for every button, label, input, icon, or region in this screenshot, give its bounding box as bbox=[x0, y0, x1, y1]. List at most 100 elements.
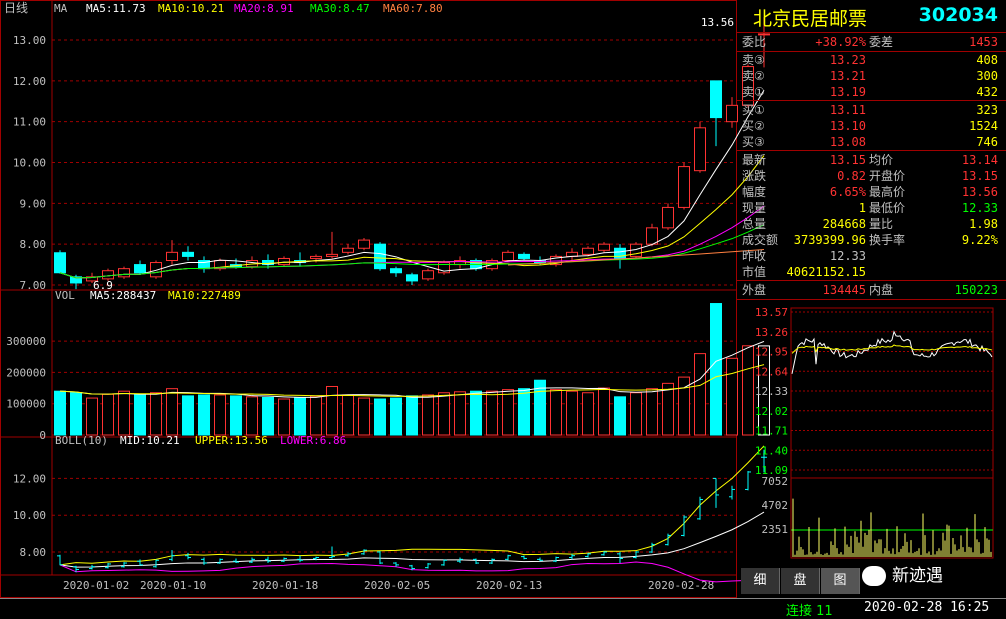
buy-row: 买② 13.10 1524 bbox=[742, 119, 998, 133]
volume-bar bbox=[182, 395, 194, 436]
candle-body bbox=[502, 251, 514, 262]
stat-row: 市值 40621152.15 bbox=[742, 265, 866, 279]
price-tick: 8.00 bbox=[20, 238, 47, 251]
volume-tick: 200000 bbox=[6, 366, 46, 379]
boll-label: BOLL(10) bbox=[55, 434, 108, 447]
volume-tick: 100000 bbox=[6, 398, 46, 411]
date-tick: 2020-01-18 bbox=[252, 579, 318, 592]
volume-bar bbox=[262, 396, 274, 436]
vol-label: VOL bbox=[55, 289, 75, 302]
date-tick: 2020-02-13 bbox=[476, 579, 542, 592]
ma5-value: MA5:11.73 bbox=[86, 2, 146, 15]
boll-lower: LOWER:6.86 bbox=[280, 434, 346, 447]
candle-body bbox=[390, 268, 402, 274]
volume-bar bbox=[710, 303, 722, 436]
boll-tick: 10.00 bbox=[13, 509, 46, 522]
candle-body bbox=[118, 268, 130, 278]
volume-bar bbox=[70, 392, 82, 436]
wechat-icon bbox=[862, 566, 886, 586]
ma30-value: MA30:8.47 bbox=[310, 2, 370, 15]
boll-tick: 8.00 bbox=[20, 546, 47, 559]
date-tick: 2020-02-05 bbox=[364, 579, 430, 592]
volume-bar bbox=[294, 396, 306, 436]
candle-body bbox=[102, 270, 114, 280]
buy-row: 买③ 13.08 746 bbox=[742, 135, 998, 149]
volume-bar bbox=[662, 382, 674, 436]
candle-body bbox=[614, 247, 626, 259]
stat-row: 涨跌 0.82 开盘价 13.15 bbox=[742, 169, 998, 183]
candle-body bbox=[422, 270, 434, 280]
volume-bar bbox=[358, 397, 370, 436]
watermark: 新迹遇 bbox=[862, 561, 943, 586]
volume-bar bbox=[134, 394, 146, 436]
candle-body bbox=[678, 166, 690, 208]
connection-status: 连接 11 bbox=[786, 604, 833, 619]
vol-ma5: MA5:288437 bbox=[90, 289, 156, 302]
candle-body bbox=[278, 257, 290, 266]
sell-row: 卖① 13.19 432 bbox=[742, 85, 998, 99]
boll-upper-line bbox=[59, 445, 765, 566]
candle-body bbox=[150, 262, 162, 278]
candle-body bbox=[726, 104, 738, 123]
price-tick: 13.00 bbox=[13, 34, 46, 47]
ma-label: MA bbox=[54, 2, 68, 15]
candle-body bbox=[406, 274, 418, 282]
volume-bar bbox=[598, 387, 610, 436]
volume-bar bbox=[614, 396, 626, 436]
volume-bar bbox=[470, 390, 482, 436]
volume-tick: 300000 bbox=[6, 335, 46, 348]
candle-body bbox=[694, 127, 706, 172]
candle-body bbox=[598, 243, 610, 251]
ma60-value: MA60:7.80 bbox=[383, 2, 443, 15]
volume-bar bbox=[374, 398, 386, 436]
candle-body bbox=[518, 253, 530, 259]
tab-disk[interactable]: 盘 bbox=[781, 568, 820, 594]
quote-panel: 北京民居邮票 302034 委比 +38.92% 委差 1453 卖③ 13.23… bbox=[737, 0, 1006, 598]
tab-detail[interactable]: 细 bbox=[741, 568, 780, 594]
ma10-value: MA10:10.21 bbox=[158, 2, 224, 15]
chart-axes: 13.00 12.00 11.00 10.00 9.00 8.00 7.00 300000 20… bbox=[6, 34, 714, 592]
vol-ma10: MA10:227489 bbox=[168, 289, 241, 302]
date-tick: 2020-01-02 bbox=[63, 579, 129, 592]
boll-tick: 12.00 bbox=[13, 472, 46, 485]
volume-bar bbox=[214, 394, 226, 436]
sell-row: 卖③ 13.23 408 bbox=[742, 53, 998, 67]
stat-row: 最新 13.15 均价 13.14 bbox=[742, 153, 998, 167]
volume-bar bbox=[342, 394, 354, 436]
candle-body bbox=[374, 243, 386, 270]
boll-upper: UPPER:13.56 bbox=[195, 434, 268, 447]
boll-lines bbox=[57, 445, 767, 583]
candles bbox=[54, 17, 770, 290]
tab-chart[interactable]: 图 bbox=[821, 568, 860, 594]
candle-body bbox=[134, 264, 146, 274]
volume-tick: 0 bbox=[39, 429, 46, 442]
candle-body bbox=[358, 239, 370, 249]
weibi-row: 委比 +38.92% 委差 1453 bbox=[742, 35, 998, 49]
price-tick: 11.00 bbox=[13, 116, 46, 129]
boll-mid-line bbox=[59, 511, 765, 568]
stat-row: 现量 1 最低价 12.33 bbox=[742, 201, 998, 215]
vol-ma5-line bbox=[59, 340, 765, 398]
volume-bar bbox=[566, 390, 578, 436]
volume-bar bbox=[582, 392, 594, 436]
volume-bar bbox=[630, 392, 642, 436]
stock-name: 北京民居邮票 bbox=[753, 8, 868, 30]
price-tick: 7.00 bbox=[20, 279, 47, 292]
volume-bar bbox=[166, 388, 178, 436]
stock-title: 北京民居邮票 302034 bbox=[737, 0, 1006, 32]
volume-bar bbox=[278, 398, 290, 436]
ma10-line bbox=[59, 155, 765, 279]
volume-bar bbox=[198, 394, 210, 436]
candle-body bbox=[310, 255, 322, 259]
volume-bar bbox=[454, 391, 466, 436]
volume-bar bbox=[246, 396, 258, 436]
volume-bar bbox=[502, 389, 514, 436]
vol-ma10-line bbox=[59, 364, 765, 397]
volume-bar bbox=[486, 390, 498, 436]
price-tick: 9.00 bbox=[20, 197, 47, 210]
volume-bar bbox=[518, 388, 530, 436]
volume-bar bbox=[326, 385, 338, 436]
volume-bar bbox=[550, 389, 562, 436]
period-label: 日线 bbox=[4, 1, 28, 15]
date-tick: 2020-01-10 bbox=[140, 579, 206, 592]
